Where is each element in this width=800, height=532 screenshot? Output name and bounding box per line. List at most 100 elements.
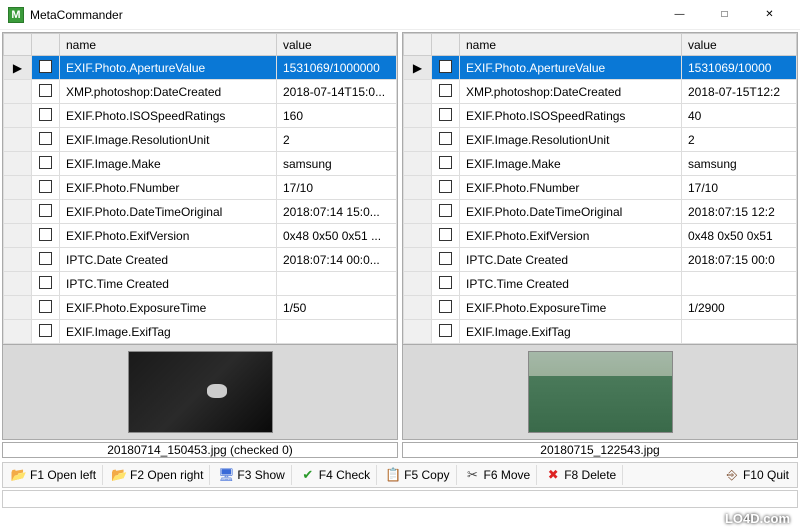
table-row[interactable]: EXIF.Photo.FNumber17/10 <box>404 176 797 200</box>
checkbox-icon[interactable] <box>39 252 52 265</box>
left-name-header[interactable]: name <box>60 34 277 56</box>
checkbox-icon[interactable] <box>439 252 452 265</box>
row-value[interactable] <box>277 272 397 296</box>
table-row[interactable]: EXIF.Image.ResolutionUnit2 <box>4 128 397 152</box>
row-name[interactable]: EXIF.Photo.ExposureTime <box>460 296 682 320</box>
table-row[interactable]: EXIF.Photo.ISOSpeedRatings40 <box>404 104 797 128</box>
row-name[interactable]: EXIF.Image.ResolutionUnit <box>60 128 277 152</box>
row-checkbox-cell[interactable] <box>32 224 60 248</box>
row-name[interactable]: XMP.photoshop:DateCreated <box>60 80 277 104</box>
table-row[interactable]: EXIF.Image.Makesamsung <box>4 152 397 176</box>
row-name[interactable]: IPTC.Date Created <box>460 248 682 272</box>
table-row[interactable]: ▶EXIF.Photo.ApertureValue1531069/10000 <box>404 56 797 80</box>
row-checkbox-cell[interactable] <box>432 200 460 224</box>
table-row[interactable]: IPTC.Date Created2018:07:14 00:0... <box>4 248 397 272</box>
table-row[interactable]: EXIF.Photo.ExifVersion0x48 0x50 0x51 ... <box>4 224 397 248</box>
right-value-header[interactable]: value <box>682 34 797 56</box>
show-button[interactable]: 🖥 F3 Show <box>212 465 291 485</box>
checkbox-icon[interactable] <box>439 84 452 97</box>
row-checkbox-cell[interactable] <box>432 248 460 272</box>
table-row[interactable]: EXIF.Photo.FNumber17/10 <box>4 176 397 200</box>
row-value[interactable]: 2018:07:14 00:0... <box>277 248 397 272</box>
row-value[interactable]: 2 <box>682 128 797 152</box>
open-right-button[interactable]: 📂 F2 Open right <box>105 465 210 485</box>
row-checkbox-cell[interactable] <box>432 176 460 200</box>
quit-button[interactable]: ⎆ F10 Quit <box>718 465 795 485</box>
checkbox-icon[interactable] <box>39 156 52 169</box>
table-row[interactable]: EXIF.Photo.ExposureTime1/50 <box>4 296 397 320</box>
table-row[interactable]: IPTC.Time Created <box>404 272 797 296</box>
row-name[interactable]: EXIF.Image.ExifTag <box>460 320 682 344</box>
checkbox-icon[interactable] <box>39 108 52 121</box>
checkbox-icon[interactable] <box>439 108 452 121</box>
row-value[interactable]: samsung <box>682 152 797 176</box>
checkbox-icon[interactable] <box>439 276 452 289</box>
row-name[interactable]: EXIF.Photo.FNumber <box>60 176 277 200</box>
row-name[interactable]: EXIF.Image.ExifTag <box>60 320 277 344</box>
table-row[interactable]: XMP.photoshop:DateCreated2018-07-14T15:0… <box>4 80 397 104</box>
table-row[interactable]: EXIF.Image.Makesamsung <box>404 152 797 176</box>
row-checkbox-cell[interactable] <box>32 56 60 80</box>
row-checkbox-cell[interactable] <box>32 176 60 200</box>
right-name-header[interactable]: name <box>460 34 682 56</box>
checkbox-icon[interactable] <box>39 60 52 73</box>
row-value[interactable]: 160 <box>277 104 397 128</box>
row-name[interactable]: EXIF.Photo.DateTimeOriginal <box>460 200 682 224</box>
copy-button[interactable]: 📋 F5 Copy <box>379 465 456 485</box>
right-grid-wrap[interactable]: name value ▶EXIF.Photo.ApertureValue1531… <box>403 33 797 344</box>
row-checkbox-cell[interactable] <box>432 296 460 320</box>
checkbox-icon[interactable] <box>439 228 452 241</box>
table-row[interactable]: EXIF.Image.ExifTag <box>404 320 797 344</box>
row-checkbox-cell[interactable] <box>32 200 60 224</box>
row-value[interactable]: 1/50 <box>277 296 397 320</box>
row-value[interactable] <box>277 320 397 344</box>
left-check-header[interactable] <box>32 34 60 56</box>
row-value[interactable]: 2018-07-14T15:0... <box>277 80 397 104</box>
row-value[interactable]: 1/2900 <box>682 296 797 320</box>
row-name[interactable]: EXIF.Image.Make <box>60 152 277 176</box>
row-name[interactable]: EXIF.Photo.ExifVersion <box>60 224 277 248</box>
row-value[interactable]: 2 <box>277 128 397 152</box>
left-value-header[interactable]: value <box>277 34 397 56</box>
row-name[interactable]: EXIF.Photo.ISOSpeedRatings <box>60 104 277 128</box>
row-name[interactable]: EXIF.Photo.ExposureTime <box>60 296 277 320</box>
right-check-header[interactable] <box>432 34 460 56</box>
close-button[interactable]: ✕ <box>747 1 792 29</box>
row-checkbox-cell[interactable] <box>432 320 460 344</box>
table-row[interactable]: EXIF.Photo.DateTimeOriginal2018:07:14 15… <box>4 200 397 224</box>
checkbox-icon[interactable] <box>439 324 452 337</box>
row-checkbox-cell[interactable] <box>32 104 60 128</box>
row-value[interactable] <box>682 320 797 344</box>
table-row[interactable]: IPTC.Date Created2018:07:15 00:0 <box>404 248 797 272</box>
row-name[interactable]: EXIF.Photo.ISOSpeedRatings <box>460 104 682 128</box>
row-name[interactable]: EXIF.Photo.FNumber <box>460 176 682 200</box>
table-row[interactable]: ▶EXIF.Photo.ApertureValue1531069/1000000 <box>4 56 397 80</box>
row-checkbox-cell[interactable] <box>432 224 460 248</box>
row-value[interactable]: 2018-07-15T12:2 <box>682 80 797 104</box>
table-row[interactable]: EXIF.Image.ResolutionUnit2 <box>404 128 797 152</box>
row-name[interactable]: IPTC.Time Created <box>460 272 682 296</box>
table-row[interactable]: EXIF.Image.ExifTag <box>4 320 397 344</box>
table-row[interactable]: EXIF.Photo.ExposureTime1/2900 <box>404 296 797 320</box>
row-value[interactable] <box>682 272 797 296</box>
row-value[interactable]: 40 <box>682 104 797 128</box>
row-value[interactable]: 1531069/1000000 <box>277 56 397 80</box>
row-name[interactable]: EXIF.Image.ResolutionUnit <box>460 128 682 152</box>
row-name[interactable]: EXIF.Photo.ApertureValue <box>460 56 682 80</box>
row-value[interactable]: 2018:07:15 12:2 <box>682 200 797 224</box>
checkbox-icon[interactable] <box>39 180 52 193</box>
right-grid[interactable]: name value ▶EXIF.Photo.ApertureValue1531… <box>403 33 797 344</box>
checkbox-icon[interactable] <box>39 324 52 337</box>
checkbox-icon[interactable] <box>39 228 52 241</box>
row-name[interactable]: EXIF.Photo.ExifVersion <box>460 224 682 248</box>
row-checkbox-cell[interactable] <box>32 320 60 344</box>
row-checkbox-cell[interactable] <box>432 272 460 296</box>
row-checkbox-cell[interactable] <box>32 248 60 272</box>
row-checkbox-cell[interactable] <box>32 80 60 104</box>
row-name[interactable]: IPTC.Time Created <box>60 272 277 296</box>
row-checkbox-cell[interactable] <box>432 104 460 128</box>
row-checkbox-cell[interactable] <box>32 152 60 176</box>
checkbox-icon[interactable] <box>39 84 52 97</box>
row-value[interactable]: 2018:07:14 15:0... <box>277 200 397 224</box>
checkbox-icon[interactable] <box>439 180 452 193</box>
